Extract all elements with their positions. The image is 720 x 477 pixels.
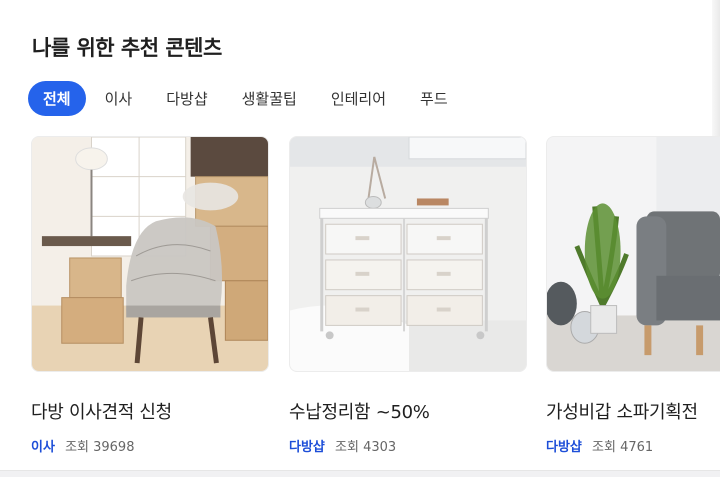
- card-category: 다방샵: [289, 440, 325, 455]
- card-meta: 다방샵 조회 4303: [289, 436, 527, 455]
- card-title: 다방 이사견적 신청: [31, 402, 172, 423]
- scroll-edge: [712, 0, 720, 136]
- card-category: 이사: [31, 440, 55, 455]
- category-tabs: 전체 이사 다방샵 생활꿀팁 인테리어 푸드: [28, 81, 467, 116]
- card-views: 조회 39698: [65, 440, 135, 455]
- tab-moving[interactable]: 이사: [90, 81, 148, 116]
- content-card-moving[interactable]: 다방 이사견적 신청 이사 조회 39698: [31, 136, 269, 455]
- tab-living-tips[interactable]: 생활꿀팁: [227, 81, 312, 116]
- card-meta: 이사 조회 39698: [31, 436, 269, 455]
- card-thumbnail[interactable]: [31, 136, 269, 372]
- storage-cart-image: [290, 137, 526, 371]
- card-thumbnail[interactable]: [289, 136, 527, 372]
- section-divider: [0, 470, 720, 477]
- content-card-storage[interactable]: 수납정리함 ~50% 다방샵 조회 4303: [289, 136, 527, 455]
- card-thumbnail[interactable]: [546, 136, 720, 372]
- card-views: 조회 4303: [335, 440, 397, 455]
- content-card-sofa[interactable]: 가성비갑 소파기획전 다방샵 조회 4761: [546, 136, 720, 455]
- tab-all[interactable]: 전체: [28, 81, 86, 116]
- tab-dabang-shop[interactable]: 다방샵: [151, 81, 222, 116]
- card-meta: 다방샵 조회 4761: [546, 436, 720, 455]
- tab-food[interactable]: 푸드: [405, 81, 463, 116]
- card-views: 조회 4761: [592, 440, 654, 455]
- tab-interior[interactable]: 인테리어: [316, 81, 401, 116]
- section-title: 나를 위한 추천 콘텐츠: [32, 36, 222, 60]
- moving-boxes-image: [32, 137, 268, 371]
- card-title: 가성비갑 소파기획전: [546, 402, 698, 423]
- sofa-image: [547, 137, 720, 371]
- card-title: 수납정리함 ~50%: [289, 402, 430, 423]
- card-category: 다방샵: [546, 440, 582, 455]
